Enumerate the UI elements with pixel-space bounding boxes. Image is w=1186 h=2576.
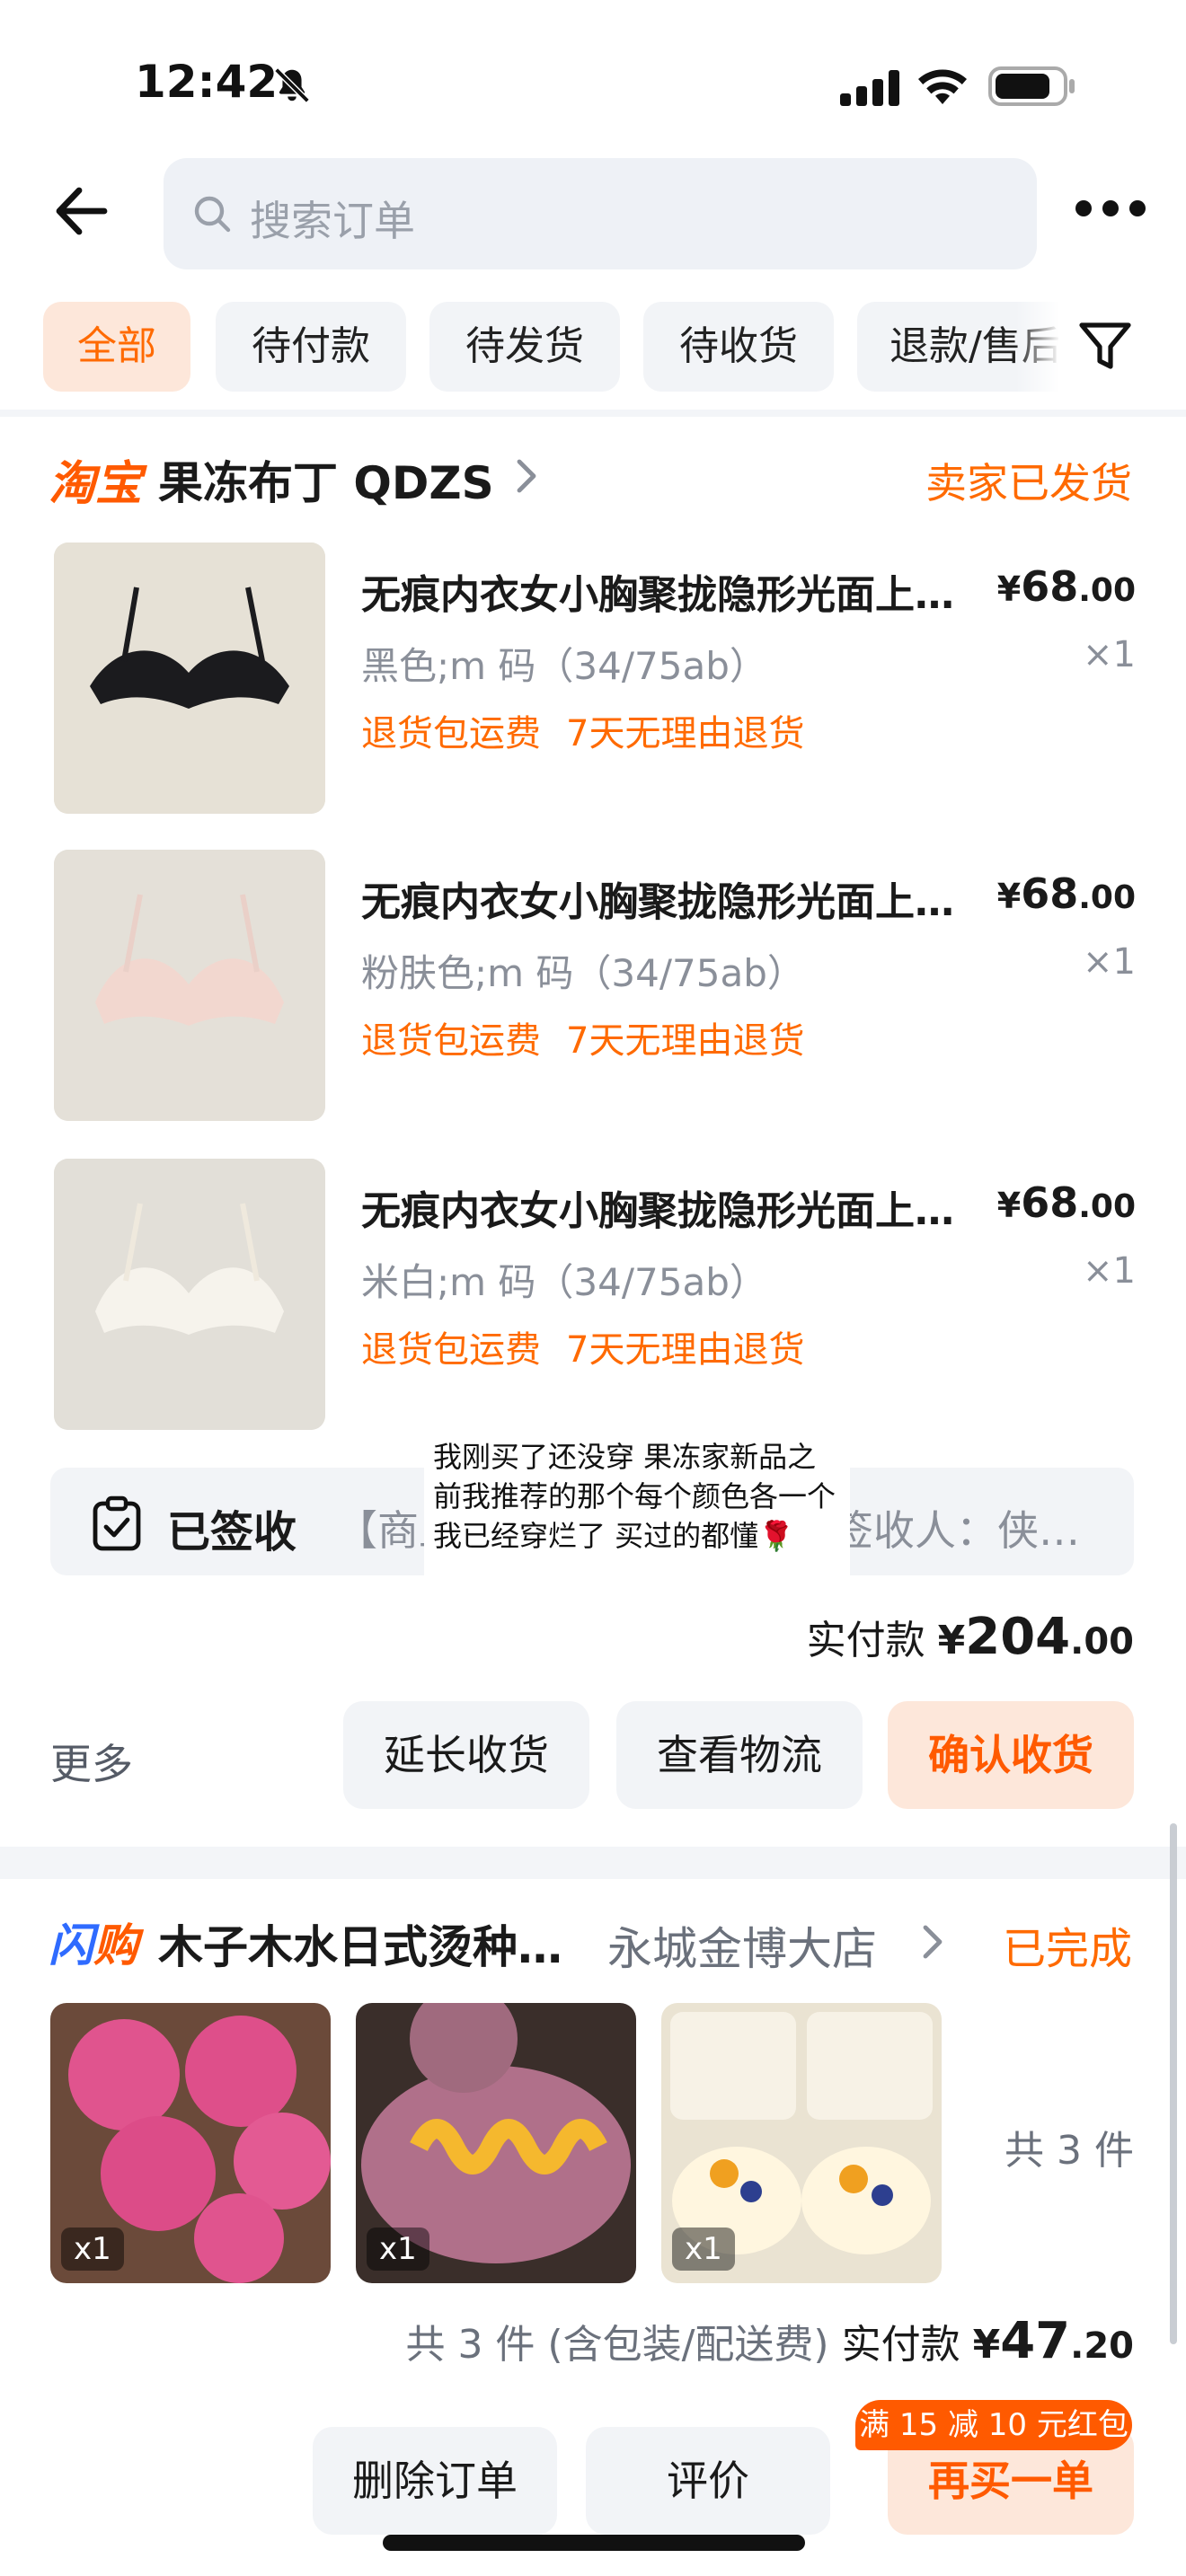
tabs-fade (1015, 296, 1060, 395)
battery-icon (988, 66, 1075, 106)
item-count: 共 3 件 (1005, 2128, 1134, 2174)
product-image[interactable] (54, 543, 325, 814)
signal-icon (840, 70, 899, 106)
more-link[interactable]: 更多 (50, 1732, 133, 1791)
product-image[interactable] (54, 1159, 325, 1430)
review-button[interactable]: 评价 (586, 2427, 830, 2535)
product-price: ¥68.00 (996, 869, 1136, 918)
qty-badge: x1 (367, 2228, 429, 2271)
product-title[interactable]: 无痕内衣女小胸聚拢隐形光面上托文胸 (361, 869, 990, 927)
bell-muted-icon (274, 67, 310, 103)
caption-overlay: 我刚买了还没穿 果冻家新品之前我推荐的那个每个颜色各一个我已经穿烂了 买过的都懂… (424, 1430, 850, 1599)
order-item[interactable]: 无痕内衣女小胸聚拢隐形光面上托文胸 ¥68.00 粉肤色;m 码（34/75ab… (0, 850, 1186, 1128)
chevron-right-icon[interactable] (514, 458, 539, 494)
product-title[interactable]: 无痕内衣女小胸聚拢隐形光面上托文胸 (361, 1178, 990, 1236)
product-title[interactable]: 无痕内衣女小胸聚拢隐形光面上托文胸 (361, 562, 990, 620)
tab-all[interactable]: 全部 (43, 302, 190, 392)
order-total: 共 3 件 (含包装/配送费) 实付款 ¥47.20 (405, 2312, 1134, 2370)
product-image[interactable]: x1 (50, 2003, 331, 2283)
logistics-status: 已签收 (167, 1507, 297, 1557)
qty-badge: x1 (61, 2228, 124, 2271)
product-spec: 米白;m 码（34/75ab） (361, 1260, 767, 1304)
product-spec: 粉肤色;m 码（34/75ab） (361, 951, 805, 995)
status-bar: 12:42 (0, 0, 1186, 162)
search-bar[interactable]: 搜索订单 (164, 158, 1037, 269)
order-status: 已完成 (1002, 1924, 1132, 1974)
search-icon (194, 196, 231, 233)
product-qty: ×1 (1083, 634, 1136, 675)
product-spec: 黑色;m 码（34/75ab） (361, 644, 767, 688)
status-time: 12:42 (135, 56, 279, 108)
store-name[interactable]: 永城金博大店 (607, 1913, 877, 1978)
home-indicator[interactable] (383, 2535, 805, 2551)
tab-pending-receipt[interactable]: 待收货 (643, 302, 834, 392)
service-tags: 退货包运费 7天无理由退货 (361, 1020, 805, 1062)
product-price: ¥68.00 (996, 1178, 1136, 1227)
order-total: 实付款 ¥204.00 (806, 1608, 1134, 1666)
chevron-right-icon[interactable] (920, 1924, 945, 1960)
service-tags: 退货包运费 7天无理由退货 (361, 713, 805, 754)
more-options-icon[interactable] (1075, 190, 1146, 226)
shop-name[interactable]: 木子木水日式烫种面包 (158, 1911, 571, 1976)
search-placeholder: 搜索订单 (250, 197, 415, 245)
shangou-logo: 闪购 (49, 1919, 138, 1972)
wifi-icon (918, 69, 967, 104)
taobao-logo: 淘宝 (49, 457, 143, 511)
order-item[interactable]: 无痕内衣女小胸聚拢隐形光面上托文胸 ¥68.00 黑色;m 码（34/75ab）… (0, 543, 1186, 821)
service-tags: 退货包运费 7天无理由退货 (361, 1329, 805, 1371)
clipboard-check-icon (93, 1495, 141, 1551)
order-status: 卖家已发货 (925, 459, 1132, 507)
divider (0, 1847, 1186, 1879)
scrollbar[interactable] (1170, 1823, 1177, 2344)
back-arrow-icon[interactable] (50, 180, 113, 243)
product-image[interactable] (54, 850, 325, 1121)
divider (0, 410, 1186, 417)
delete-order-button[interactable]: 删除订单 (313, 2427, 557, 2535)
confirm-receipt-button[interactable]: 确认收货 (888, 1701, 1134, 1809)
product-image[interactable]: x1 (661, 2003, 942, 2283)
tab-pending-payment[interactable]: 待付款 (216, 302, 406, 392)
product-qty: ×1 (1083, 1250, 1136, 1292)
promo-badge: 满 15 减 10 元红包 (855, 2400, 1132, 2450)
view-logistics-button[interactable]: 查看物流 (616, 1701, 863, 1809)
qty-badge: x1 (672, 2228, 735, 2271)
filter-icon[interactable] (1078, 322, 1132, 372)
shop-name[interactable]: 果冻布丁 QDZS (158, 447, 494, 512)
order-item[interactable]: 无痕内衣女小胸聚拢隐形光面上托文胸 ¥68.00 米白;m 码（34/75ab）… (0, 1159, 1186, 1437)
order-tabs: 全部 待付款 待发货 待收货 退款/售后 (43, 302, 1058, 392)
product-price: ¥68.00 (996, 562, 1136, 611)
product-qty: ×1 (1083, 941, 1136, 983)
product-image[interactable]: x1 (356, 2003, 636, 2283)
tab-pending-shipment[interactable]: 待发货 (429, 302, 620, 392)
extend-receipt-button[interactable]: 延长收货 (343, 1701, 589, 1809)
